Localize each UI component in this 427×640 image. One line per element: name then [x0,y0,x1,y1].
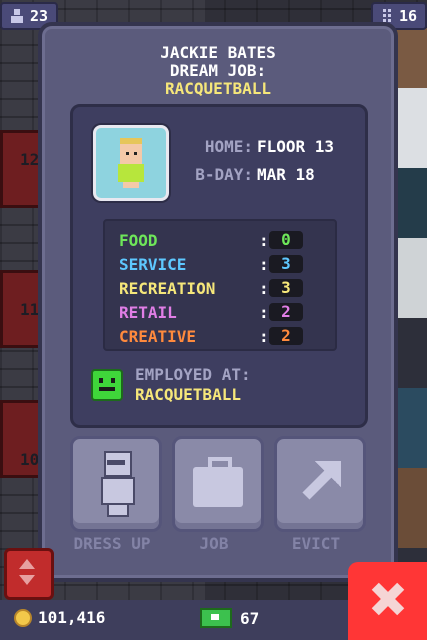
home-info: HOME: FLOOR 13 [173,137,334,156]
birthday-value: MAR 18 [257,165,315,184]
employed-value: RACQUETBALL [135,385,241,404]
dream-job-value: RACQUETBALL [165,79,271,98]
briefcase-icon [193,457,243,507]
coin-icon [14,608,32,627]
job-button[interactable] [172,436,264,532]
evict-label[interactable]: EVICT [266,534,366,553]
bux-value: 67 [240,608,260,628]
birthday-label: B-DAY: [195,165,253,184]
evict-arrow-icon [297,459,343,505]
stat-value: 3 [269,255,303,273]
stat-name: FOOD [119,231,158,250]
bux-counter[interactable]: 67 [200,608,259,628]
down-arrow-icon [19,575,35,585]
stat-value: 2 [269,327,303,345]
bitizen-sprite [116,138,146,188]
skill-stats: FOOD : 0 SERVICE : 3 RECREATION : 3 RETA… [103,219,337,351]
person-icon [10,9,24,23]
dream-job-label: DREAM JOB: [169,61,267,80]
stat-name: SERVICE [119,255,187,274]
stat-row-creative: CREATIVE : 2 [119,327,319,349]
floor-number: 12 [20,150,40,169]
stat-name: RECREATION [119,279,216,298]
bitizen-panel: JACKIE BATES DREAM JOB: RACQUETBALL HOME… [38,22,398,582]
stat-name: RETAIL [119,303,177,322]
floors-count: 16 [398,7,417,25]
bitizen-details: HOME: FLOOR 13 B-DAY: MAR 18 FOOD : 0 SERV… [70,104,368,428]
stat-value: 2 [269,303,303,321]
stat-row-retail: RETAIL : 2 [119,303,319,325]
home-value: FLOOR 13 [257,137,335,156]
coins-value: 101,416 [38,608,106,627]
stat-row-service: SERVICE : 3 [119,255,319,277]
bitizen-name: JACKIE BATES [160,43,276,62]
stat-value: 0 [269,231,303,249]
stat-value: 3 [269,279,303,297]
up-arrow-icon [19,559,35,569]
avatar [93,125,169,201]
elevator-updown-button[interactable] [4,548,54,600]
happy-face-icon [91,369,123,401]
dress-up-label[interactable]: DRESS UP [62,534,162,553]
birthday-info: B-DAY: MAR 18 [173,165,315,184]
dress-up-button[interactable] [70,436,162,532]
evict-button[interactable] [274,436,366,532]
dress-up-icon [99,451,135,517]
tower-bux-icon [200,608,232,628]
close-button[interactable] [348,562,427,640]
floor-number: 10 [20,450,40,469]
stat-row-recreation: RECREATION : 3 [119,279,319,301]
stat-row-food: FOOD : 0 [119,231,319,253]
employed-label: EMPLOYED AT: [135,365,251,384]
stat-name: CREATIVE [119,327,197,346]
job-label[interactable]: JOB [164,534,264,553]
coins-counter: 101,416 [14,608,105,627]
panel-title: JACKIE BATES DREAM JOB: RACQUETBALL [42,44,394,98]
floor-number: 11 [20,300,40,319]
home-label: HOME: [204,137,253,156]
